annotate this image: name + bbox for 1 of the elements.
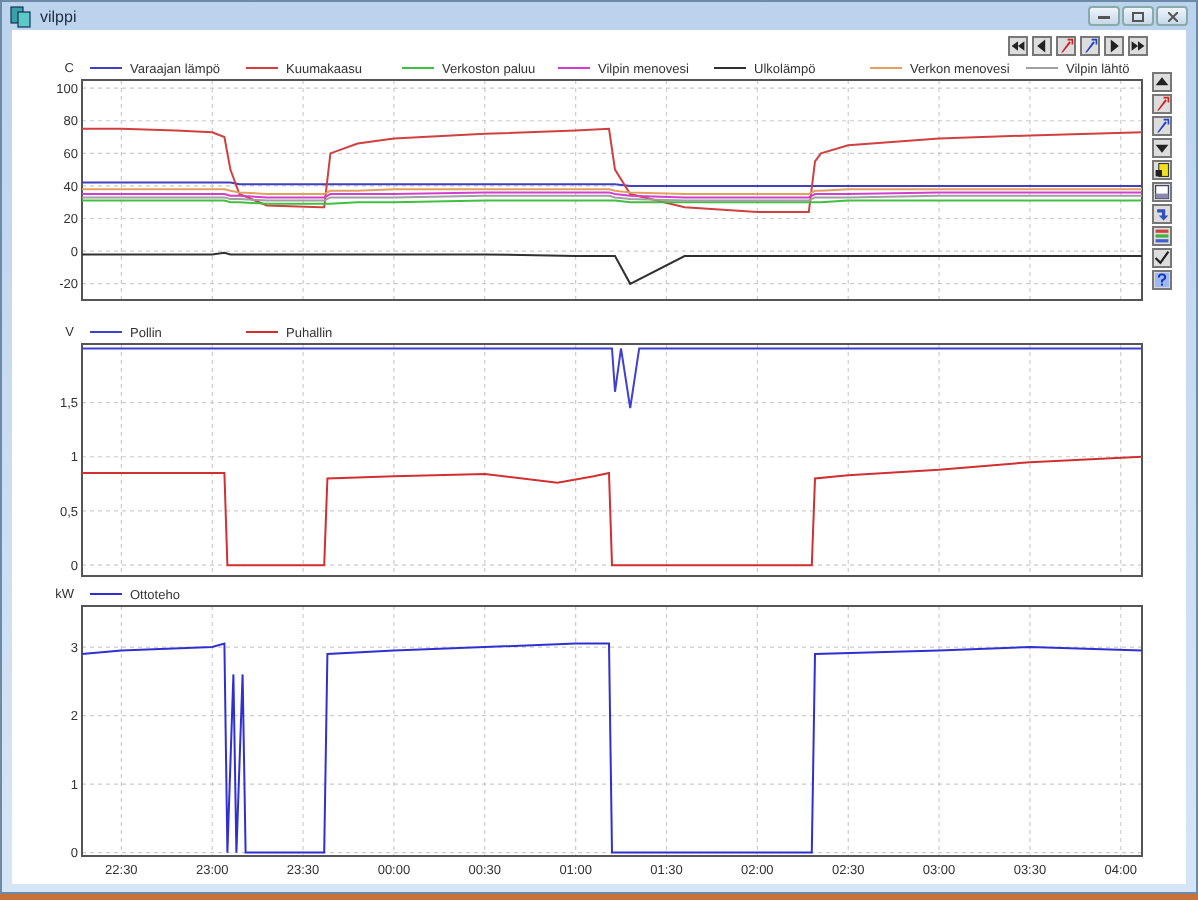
window-title: vilppi (40, 7, 77, 25)
